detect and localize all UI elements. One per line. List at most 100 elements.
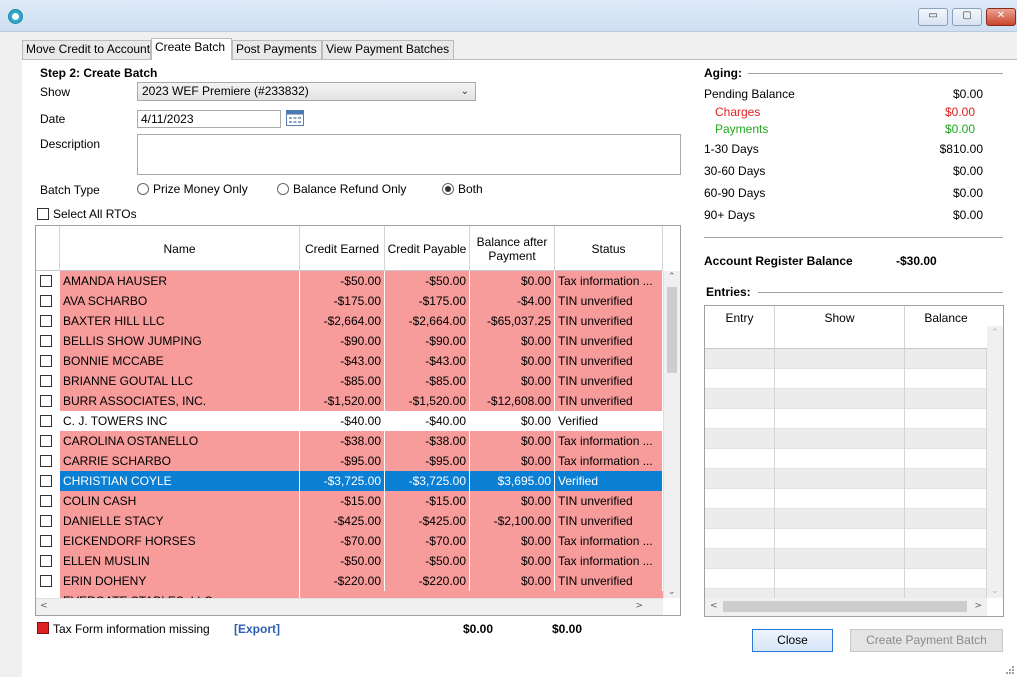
table-row[interactable]: BURR ASSOCIATES, INC. -$1,520.00 -$1,520.0… — [36, 391, 663, 411]
chevron-down-icon: ⌄ — [460, 86, 469, 97]
resize-grip-icon[interactable] — [1005, 665, 1015, 675]
row-checkbox-cell[interactable] — [36, 431, 60, 451]
scroll-right-icon[interactable]: > — [974, 601, 982, 611]
row-checkbox[interactable] — [40, 575, 52, 587]
cell-name: COLIN CASH — [60, 491, 300, 511]
scroll-down-icon[interactable]: ⌄ — [668, 587, 676, 597]
tab-create-batch[interactable]: Create Batch — [151, 38, 232, 60]
row-checkbox[interactable] — [40, 355, 52, 367]
row-checkbox[interactable] — [40, 395, 52, 407]
scroll-left-icon[interactable]: < — [710, 601, 718, 611]
table-row[interactable]: BONNIE MCCABE -$43.00 -$43.00 $0.00 TIN unve… — [36, 351, 663, 371]
entries-header-show[interactable]: Show — [775, 306, 905, 349]
cell-balance-after: $0.00 — [470, 451, 555, 471]
row-checkbox-cell[interactable] — [36, 491, 60, 511]
row-checkbox[interactable] — [40, 535, 52, 547]
row-checkbox-cell[interactable] — [36, 331, 60, 351]
row-checkbox-cell[interactable] — [36, 311, 60, 331]
row-checkbox[interactable] — [40, 495, 52, 507]
tab-move-credit[interactable]: Move Credit to Account — [22, 40, 151, 59]
scroll-left-icon[interactable]: < — [40, 601, 48, 611]
entries-header-balance[interactable]: Balance — [905, 306, 987, 349]
row-checkbox-cell[interactable] — [36, 471, 60, 491]
row-checkbox-cell[interactable] — [36, 511, 60, 531]
scroll-thumb[interactable] — [667, 287, 677, 373]
entries-empty-row — [705, 489, 987, 509]
table-row[interactable]: BRIANNE GOUTAL LLC -$85.00 -$85.00 $0.00 TIN… — [36, 371, 663, 391]
row-checkbox-cell[interactable] — [36, 291, 60, 311]
table-row[interactable]: BAXTER HILL LLC -$2,664.00 -$2,664.00 -$65,… — [36, 311, 663, 331]
row-checkbox-cell[interactable] — [36, 271, 60, 291]
row-checkbox-cell[interactable] — [36, 411, 60, 431]
description-field[interactable] — [137, 134, 681, 175]
row-checkbox-cell[interactable] — [36, 371, 60, 391]
table-row[interactable]: ERIN DOHENY -$220.00 -$220.00 $0.00 TIN unve… — [36, 571, 663, 591]
close-window-button[interactable]: ✕ — [986, 8, 1016, 26]
row-checkbox[interactable] — [40, 335, 52, 347]
entries-header-entry[interactable]: Entry — [705, 306, 775, 349]
entries-empty-cell — [775, 409, 905, 429]
export-link[interactable]: [Export] — [234, 622, 280, 636]
row-checkbox[interactable] — [40, 455, 52, 467]
cell-credit-earned: -$90.00 — [300, 331, 385, 351]
table-row[interactable]: C. J. TOWERS INC -$40.00 -$40.00 $0.00 Verif… — [36, 411, 663, 431]
cell-name: CHRISTIAN COYLE — [60, 471, 300, 491]
table-row[interactable]: EICKENDORF HORSES -$70.00 -$70.00 $0.00 Tax … — [36, 531, 663, 551]
tab-view-payment-batches[interactable]: View Payment Batches — [322, 40, 454, 59]
header-name[interactable]: Name — [60, 226, 300, 271]
table-row[interactable]: CAROLINA OSTANELLO -$38.00 -$38.00 $0.00 Tax… — [36, 431, 663, 451]
table-row[interactable]: AMANDA HAUSER -$50.00 -$50.00 $0.00 Tax info… — [36, 271, 663, 291]
table-row[interactable]: DANIELLE STACY -$425.00 -$425.00 -$2,100.00… — [36, 511, 663, 531]
row-checkbox[interactable] — [40, 315, 52, 327]
row-checkbox-cell[interactable] — [36, 551, 60, 571]
entries-empty-cell — [775, 529, 905, 549]
show-select[interactable]: 2023 WEF Premiere (#233832) ⌄ — [137, 82, 476, 101]
scroll-down-icon[interactable]: ⌄ — [991, 586, 999, 596]
tab-post-payments[interactable]: Post Payments — [232, 40, 322, 59]
scroll-right-icon[interactable]: > — [635, 601, 643, 611]
row-checkbox[interactable] — [40, 295, 52, 307]
row-checkbox[interactable] — [40, 415, 52, 427]
create-payment-batch-button[interactable]: Create Payment Batch — [850, 629, 1003, 652]
row-checkbox[interactable] — [40, 475, 52, 487]
table-row[interactable]: CARRIE SCHARBO -$95.00 -$95.00 $0.00 Tax inf… — [36, 451, 663, 471]
calendar-icon[interactable] — [286, 110, 304, 126]
row-checkbox-cell[interactable] — [36, 451, 60, 471]
row-checkbox[interactable] — [40, 555, 52, 567]
table-row[interactable]: CHRISTIAN COYLE -$3,725.00 -$3,725.00 $3,69… — [36, 471, 663, 491]
radio-both[interactable]: Both — [442, 182, 483, 196]
row-checkbox-cell[interactable] — [36, 571, 60, 591]
row-checkbox[interactable] — [40, 375, 52, 387]
minimize-button[interactable]: ▭ — [918, 8, 948, 26]
maximize-button[interactable]: ▢ — [952, 8, 982, 26]
row-checkbox[interactable] — [40, 515, 52, 527]
entries-vertical-scrollbar[interactable]: ⌃ ⌄ — [987, 326, 1003, 598]
select-all-checkbox[interactable] — [37, 208, 49, 220]
header-credit-payable[interactable]: Credit Payable — [385, 226, 470, 271]
table-row[interactable]: COLIN CASH -$15.00 -$15.00 $0.00 TIN unverif… — [36, 491, 663, 511]
row-checkbox-cell[interactable] — [36, 531, 60, 551]
row-checkbox-cell[interactable] — [36, 391, 60, 411]
scroll-thumb[interactable] — [723, 601, 967, 612]
grid-vertical-scrollbar[interactable]: ⌃ ⌄ — [663, 271, 680, 598]
radio-prize-money-only[interactable]: Prize Money Only — [137, 182, 248, 196]
radio-balance-refund-only[interactable]: Balance Refund Only — [277, 182, 406, 196]
cell-credit-earned: -$50.00 — [300, 271, 385, 291]
header-balance-after[interactable]: Balance after Payment — [470, 226, 555, 271]
entries-horizontal-scrollbar[interactable]: < > — [705, 598, 987, 616]
date-field[interactable]: 4/11/2023 — [137, 110, 281, 128]
table-row[interactable]: AVA SCHARBO -$175.00 -$175.00 -$4.00 TIN unv… — [36, 291, 663, 311]
header-status[interactable]: Status — [555, 226, 663, 271]
scroll-up-icon[interactable]: ⌃ — [668, 272, 676, 282]
row-checkbox[interactable] — [40, 435, 52, 447]
select-all-rtos[interactable]: Select All RTOs — [37, 207, 137, 221]
table-row[interactable]: BELLIS SHOW JUMPING -$90.00 -$90.00 $0.00 TI… — [36, 331, 663, 351]
cell-credit-payable: -$95.00 — [385, 451, 470, 471]
scroll-up-icon[interactable]: ⌃ — [991, 328, 999, 338]
row-checkbox[interactable] — [40, 275, 52, 287]
table-row[interactable]: ELLEN MUSLIN -$50.00 -$50.00 $0.00 Tax infor… — [36, 551, 663, 571]
grid-horizontal-scrollbar[interactable]: < > — [36, 598, 663, 615]
close-button[interactable]: Close — [752, 629, 833, 652]
header-credit-earned[interactable]: Credit Earned — [300, 226, 385, 271]
row-checkbox-cell[interactable] — [36, 351, 60, 371]
